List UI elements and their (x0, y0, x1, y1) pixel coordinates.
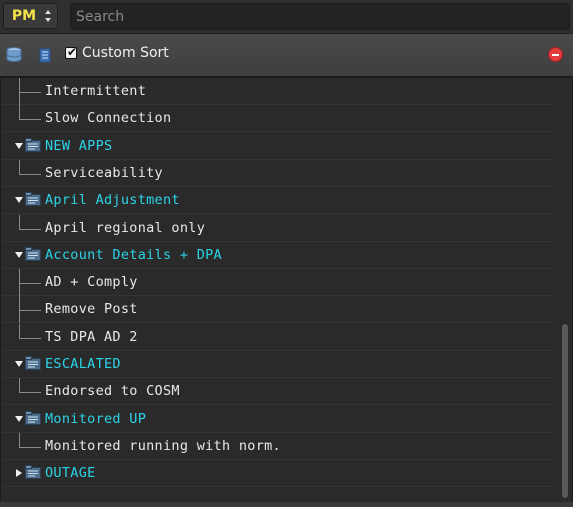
tree-panel: Intermittent Slow Connection NEW APPS Servi… (0, 77, 573, 507)
bottom-edge (0, 502, 573, 507)
tree-connector-line (19, 119, 41, 121)
tree-group-label: ESCALATED (45, 356, 121, 372)
tree-item-row[interactable]: TS DPA AD 2 (1, 323, 554, 351)
tree-group-label: OUTAGE (45, 465, 96, 482)
checkmark-icon: ✔ (67, 45, 78, 59)
tree-item-row[interactable]: Monitored running with norm. (1, 432, 554, 460)
tree-connector-line (19, 392, 41, 394)
profile-selector-value: PM (11, 8, 37, 24)
tree-item-row[interactable]: Remove Post (1, 296, 554, 324)
tree-item-label: Slow Connection (45, 110, 172, 127)
tree-item-row[interactable]: Intermittent (1, 78, 554, 105)
database-icon[interactable] (5, 46, 23, 64)
tree-item-label: Monitored running with norm. (45, 437, 281, 454)
tree-connector-line (19, 337, 41, 339)
tree-group-row[interactable]: ESCALATED (1, 351, 554, 378)
tree-connector-line (19, 432, 20, 447)
top-bar: PM (0, 0, 573, 33)
tree-item-label: Intermittent (45, 83, 147, 99)
scrollbar-thumb[interactable] (562, 324, 568, 498)
tree-item-row[interactable]: April regional only (1, 214, 554, 242)
expanded-arrow-icon[interactable] (14, 141, 24, 151)
search-input[interactable] (70, 3, 570, 30)
tree-group-label: Account Details + DPA (45, 246, 222, 263)
tree-group-label: Monitored UP (45, 410, 147, 427)
tree-connector-line (19, 310, 41, 312)
tree-item-label: Remove Post (45, 301, 138, 318)
toolbar: ✔ Custom Sort (0, 33, 573, 77)
group-folder-icon (25, 246, 41, 261)
tree-item-row[interactable]: Slow Connection (1, 105, 554, 133)
tree-connector-line (19, 173, 41, 175)
collapsed-arrow-icon[interactable] (14, 468, 24, 478)
group-folder-icon (25, 410, 41, 425)
tree-connector-line (19, 283, 41, 285)
expanded-arrow-icon[interactable] (14, 250, 24, 260)
tree-group-label: April Adjustment (45, 192, 180, 209)
expanded-arrow-icon[interactable] (14, 359, 24, 369)
up-down-arrows-icon (45, 10, 51, 22)
tree-item-row[interactable]: Serviceability (1, 159, 554, 187)
remove-button[interactable] (548, 47, 563, 62)
tree-group-row[interactable]: Account Details + DPA (1, 242, 554, 269)
tree-group-row[interactable]: April Adjustment (1, 187, 554, 215)
group-folder-icon (25, 137, 41, 152)
expanded-arrow-icon[interactable] (14, 414, 24, 424)
tree-connector-line (19, 446, 41, 448)
tree-item-row[interactable]: Endorsed to COSM (1, 378, 554, 406)
custom-sort-checkbox[interactable]: ✔ (65, 45, 78, 59)
tree-group-label: NEW APPS (45, 137, 113, 154)
group-folder-icon (25, 465, 41, 480)
tree-connector-line (19, 92, 41, 93)
custom-sort-label[interactable]: Custom Sort (82, 44, 169, 62)
tree-item-label: Serviceability (45, 164, 163, 181)
list-icon[interactable] (36, 46, 54, 64)
tree-group-row[interactable]: Monitored UP (1, 406, 554, 433)
tree-connector-line (19, 228, 41, 230)
tree-item-label: April regional only (45, 219, 206, 236)
tree-item-row[interactable]: AD + Comply (1, 269, 554, 297)
tree-connector-line (19, 159, 20, 174)
group-folder-icon (25, 192, 41, 207)
tree-connector-line (19, 214, 20, 229)
tree-connector-line (19, 378, 20, 393)
tree-list: Intermittent Slow Connection NEW APPS Servi… (1, 78, 556, 498)
profile-selector[interactable]: PM (3, 3, 58, 29)
tree-connector-line (19, 323, 20, 338)
tree-item-label: Endorsed to COSM (45, 383, 180, 400)
vertical-scrollbar[interactable] (560, 81, 570, 503)
tree-group-row[interactable]: NEW APPS (1, 133, 554, 160)
tree-connector-line (19, 105, 20, 120)
expanded-arrow-icon[interactable] (14, 195, 24, 205)
tree-item-label: TS DPA AD 2 (45, 328, 138, 345)
tree-item-label: AD + Comply (45, 274, 138, 291)
tree-group-row[interactable]: OUTAGE (1, 460, 554, 488)
group-folder-icon (25, 356, 41, 370)
